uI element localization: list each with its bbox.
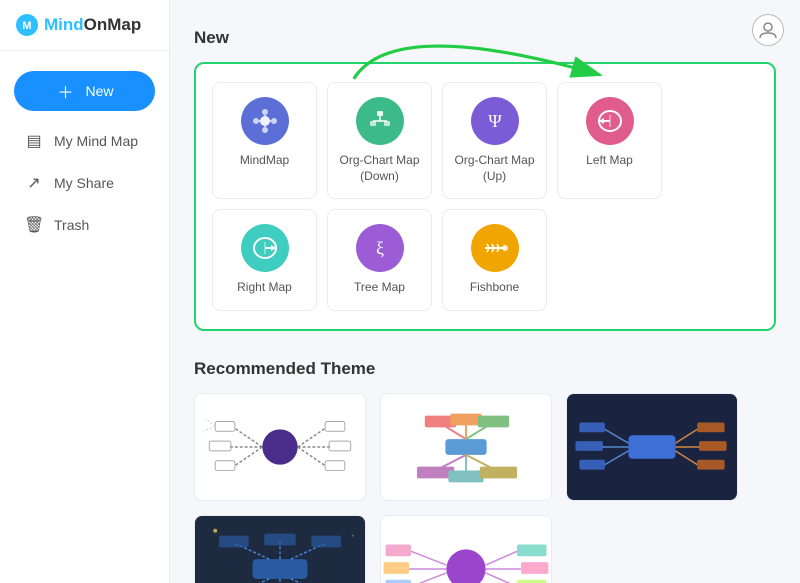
map-item-right-map[interactable]: Right Map bbox=[212, 209, 317, 311]
logo-text: MindOnMap bbox=[44, 15, 141, 35]
sidebar-item-my-mind-map-label: My Mind Map bbox=[54, 133, 138, 149]
sidebar-item-my-share[interactable]: ↗ My Share bbox=[6, 163, 163, 203]
new-section-title: New bbox=[194, 28, 776, 48]
map-item-org-chart-down[interactable]: Org-Chart Map(Down) bbox=[327, 82, 432, 199]
sidebar-item-trash-label: Trash bbox=[54, 217, 89, 233]
map-grid: MindMap O bbox=[212, 82, 758, 311]
svg-text:Ψ: Ψ bbox=[488, 111, 502, 131]
right-map-label: Right Map bbox=[237, 280, 292, 296]
sidebar: M MindOnMap ＋ New ▤ My Mind Map ↗ My Sha… bbox=[0, 0, 170, 583]
map-item-org-chart-up[interactable]: Ψ Org-Chart Map (Up) bbox=[442, 82, 547, 199]
left-map-label: Left Map bbox=[586, 153, 633, 169]
svg-text:M: M bbox=[22, 20, 31, 32]
logo-area: M MindOnMap bbox=[0, 0, 169, 51]
trash-icon: 🗑 bbox=[24, 215, 44, 235]
recommended-section: Recommended Theme bbox=[194, 359, 776, 583]
theme-card-3[interactable] bbox=[566, 393, 738, 501]
org-chart-up-label: Org-Chart Map (Up) bbox=[453, 153, 536, 184]
map-item-tree-map[interactable]: ξ Tree Map bbox=[327, 209, 432, 311]
fishbone-icon bbox=[471, 224, 519, 272]
share-icon: ↗ bbox=[24, 173, 44, 193]
mindmap-icon bbox=[241, 97, 289, 145]
recommended-title: Recommended Theme bbox=[194, 359, 776, 379]
sidebar-item-trash[interactable]: 🗑 Trash bbox=[6, 205, 163, 245]
theme-grid bbox=[194, 393, 776, 583]
org-chart-down-icon bbox=[356, 97, 404, 145]
mindmap-label: MindMap bbox=[240, 153, 289, 169]
left-map-icon bbox=[586, 97, 634, 145]
user-icon bbox=[758, 20, 778, 40]
map-item-mindmap[interactable]: MindMap bbox=[212, 82, 317, 199]
plus-icon: ＋ bbox=[55, 79, 75, 103]
theme-card-4[interactable] bbox=[194, 515, 366, 583]
sidebar-item-new-label: New bbox=[85, 83, 113, 99]
profile-button[interactable] bbox=[752, 14, 784, 46]
theme-card-5[interactable] bbox=[380, 515, 552, 583]
right-map-icon bbox=[241, 224, 289, 272]
svg-text:ξ: ξ bbox=[375, 238, 383, 258]
tree-map-icon: ξ bbox=[356, 224, 404, 272]
sidebar-item-my-share-label: My Share bbox=[54, 175, 114, 191]
map-icon: ▤ bbox=[24, 131, 44, 151]
map-item-fishbone[interactable]: Fishbone bbox=[442, 209, 547, 311]
fishbone-label: Fishbone bbox=[470, 280, 519, 296]
profile-area bbox=[752, 14, 784, 46]
logo-icon: M bbox=[16, 14, 38, 36]
sidebar-item-new[interactable]: ＋ New bbox=[14, 71, 155, 111]
map-item-left-map[interactable]: Left Map bbox=[557, 82, 662, 199]
org-chart-down-label: Org-Chart Map(Down) bbox=[339, 153, 419, 184]
new-section: New bbox=[194, 28, 776, 331]
theme-card-1[interactable] bbox=[194, 393, 366, 501]
org-chart-up-icon: Ψ bbox=[471, 97, 519, 145]
main-content: New bbox=[170, 0, 800, 583]
sidebar-item-my-mind-map[interactable]: ▤ My Mind Map bbox=[6, 121, 163, 161]
tree-map-label: Tree Map bbox=[354, 280, 405, 296]
nav-items: ＋ New ▤ My Mind Map ↗ My Share 🗑 Trash bbox=[0, 51, 169, 257]
theme-card-2[interactable] bbox=[380, 393, 552, 501]
new-box: MindMap O bbox=[194, 62, 776, 331]
